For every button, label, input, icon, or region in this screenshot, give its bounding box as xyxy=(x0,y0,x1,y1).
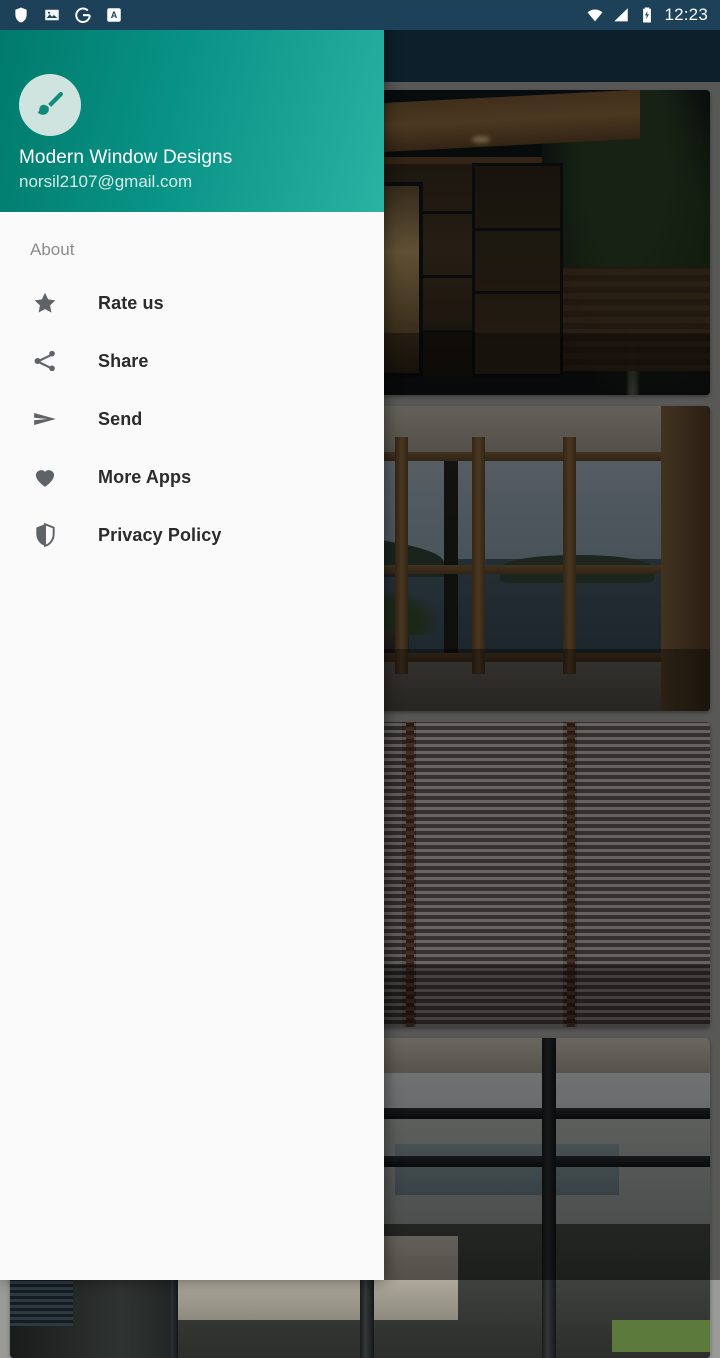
drawer-item-label: Send xyxy=(98,408,143,429)
wifi-icon xyxy=(586,6,604,24)
star-icon xyxy=(30,288,60,318)
google-icon xyxy=(74,6,92,24)
account-email: norsil2107@gmail.com xyxy=(19,172,193,191)
shield-icon xyxy=(30,520,60,550)
drawer-item-rate-us[interactable]: Rate us xyxy=(0,274,384,332)
share-icon xyxy=(30,346,60,376)
drawer-item-label: Share xyxy=(98,350,149,371)
shield-icon xyxy=(12,6,30,24)
drawer-header: Modern Window Designs norsil2107@gmail.c… xyxy=(0,0,384,212)
account-name: Modern Window Designs xyxy=(19,147,233,168)
status-bar-left-icons: A xyxy=(12,6,123,24)
cellular-signal-icon xyxy=(612,6,630,24)
translate-icon: A xyxy=(105,6,123,24)
drawer-item-send[interactable]: Send xyxy=(0,390,384,448)
status-bar-clock: 12:23 xyxy=(664,5,708,24)
status-bar-right-icons: 12:23 xyxy=(586,5,708,25)
battery-charging-icon xyxy=(638,6,656,24)
drawer-item-label: More Apps xyxy=(98,466,192,487)
status-bar: A 12:23 xyxy=(0,0,720,30)
drawer-item-privacy-policy[interactable]: Privacy Policy xyxy=(0,506,384,564)
drawer-item-more-apps[interactable]: More Apps xyxy=(0,448,384,506)
paintbrush-icon xyxy=(19,74,81,136)
send-icon xyxy=(30,404,60,434)
photos-icon xyxy=(43,6,61,24)
drawer-item-label: Rate us xyxy=(98,292,164,313)
drawer-section-title: About xyxy=(30,240,75,259)
lawn xyxy=(612,1319,710,1352)
heart-icon xyxy=(30,462,60,492)
navigation-drawer[interactable]: Modern Window Designs norsil2107@gmail.c… xyxy=(0,0,384,1280)
drawer-scrim-overlay[interactable] xyxy=(384,0,720,1280)
drawer-item-share[interactable]: Share xyxy=(0,332,384,390)
svg-text:A: A xyxy=(111,10,118,20)
drawer-item-label: Privacy Policy xyxy=(98,524,222,545)
